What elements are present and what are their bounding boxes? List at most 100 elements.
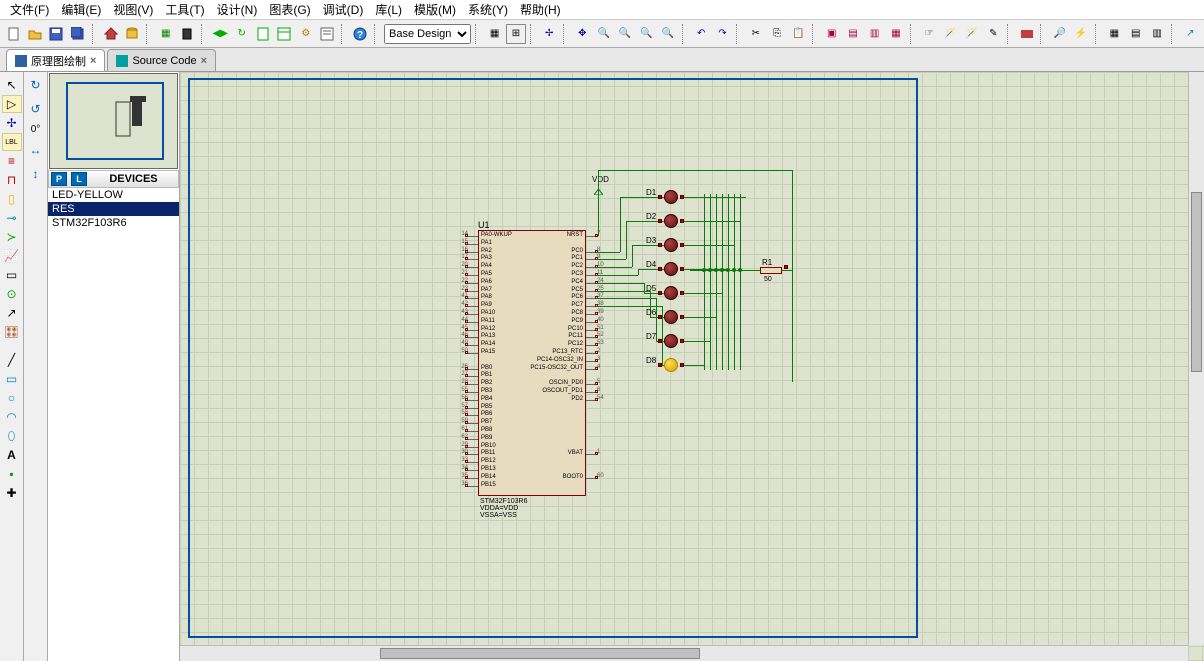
- generator-tool-icon[interactable]: ⊙: [2, 285, 22, 303]
- resistor[interactable]: [760, 267, 782, 274]
- block-rotate-icon[interactable]: ▥: [865, 24, 884, 44]
- arc-tool-icon[interactable]: ◠: [2, 408, 22, 426]
- block-copy-icon[interactable]: ▣: [822, 24, 841, 44]
- bom-icon[interactable]: ▤: [1126, 24, 1145, 44]
- undo-icon[interactable]: ↶: [691, 24, 710, 44]
- device-item[interactable]: LED-YELLOW: [48, 188, 179, 202]
- db-icon[interactable]: [123, 24, 142, 44]
- wizard-icon[interactable]: 🪄: [941, 24, 960, 44]
- instrument-tool-icon[interactable]: 🎛: [2, 323, 22, 341]
- menu-template[interactable]: 模版(M): [408, 1, 462, 18]
- marker-tool-icon[interactable]: ✚: [2, 484, 22, 502]
- tab-schematic-close-icon[interactable]: ×: [90, 55, 96, 67]
- led[interactable]: [664, 286, 678, 300]
- zoom-out-icon[interactable]: 🔍: [615, 24, 634, 44]
- device-item[interactable]: STM32F103R6: [48, 216, 179, 230]
- device-item[interactable]: RES: [48, 202, 179, 216]
- snap2-icon[interactable]: ⊞: [506, 24, 525, 44]
- select-tool-icon[interactable]: ↖: [2, 76, 22, 94]
- box-tool-icon[interactable]: ▭: [2, 370, 22, 388]
- snap-icon[interactable]: ▦: [485, 24, 504, 44]
- report-icon[interactable]: ▥: [1147, 24, 1166, 44]
- menu-graph[interactable]: 图表(G): [263, 1, 316, 18]
- redo-icon[interactable]: ↷: [713, 24, 732, 44]
- component-tool-icon[interactable]: ▷: [2, 95, 22, 113]
- gear-icon[interactable]: ⚙: [296, 24, 315, 44]
- center-icon[interactable]: ✢: [539, 24, 558, 44]
- help-icon[interactable]: ?: [351, 24, 370, 44]
- path-tool-icon[interactable]: ⬯: [2, 427, 22, 445]
- tab-schematic[interactable]: 原理图绘制 ×: [6, 49, 105, 71]
- circle-tool-icon[interactable]: ○: [2, 389, 22, 407]
- wizard2-icon[interactable]: 🪄: [962, 24, 981, 44]
- led[interactable]: [664, 358, 678, 372]
- bus-tool-icon[interactable]: ⊓: [2, 171, 22, 189]
- devices-list[interactable]: LED-YELLOW RES STM32F103R6: [48, 188, 179, 661]
- save-all-icon[interactable]: [68, 24, 87, 44]
- list-icon[interactable]: [318, 24, 337, 44]
- label-tool-icon[interactable]: LBL: [2, 133, 22, 151]
- menu-design[interactable]: 设计(N): [211, 1, 264, 18]
- menu-library[interactable]: 库(L): [369, 1, 408, 18]
- design-select[interactable]: Base Design: [384, 24, 471, 44]
- pin-tool-icon[interactable]: ≻: [2, 228, 22, 246]
- menu-debug[interactable]: 调试(D): [317, 1, 370, 18]
- new-icon[interactable]: [4, 24, 23, 44]
- netlist-icon[interactable]: ▦: [1105, 24, 1124, 44]
- terminal-tool-icon[interactable]: ⊸: [2, 209, 22, 227]
- line-tool-icon[interactable]: ╱: [2, 351, 22, 369]
- refresh-icon[interactable]: ↻: [232, 24, 251, 44]
- cut-icon[interactable]: ✂: [746, 24, 765, 44]
- tab-source-close-icon[interactable]: ×: [201, 55, 207, 67]
- export-icon[interactable]: ↗: [1181, 24, 1200, 44]
- vertical-scrollbar[interactable]: [1188, 72, 1204, 645]
- block-delete-icon[interactable]: ▦: [886, 24, 905, 44]
- menu-view[interactable]: 视图(V): [107, 1, 159, 18]
- move-icon[interactable]: ✥: [573, 24, 592, 44]
- menu-edit[interactable]: 编辑(E): [55, 1, 107, 18]
- block-move-icon[interactable]: ▤: [843, 24, 862, 44]
- copy-icon[interactable]: ⎘: [767, 24, 786, 44]
- textelem-tool-icon[interactable]: A: [2, 446, 22, 464]
- text-tool-icon[interactable]: ≡: [2, 152, 22, 170]
- led[interactable]: [664, 310, 678, 324]
- junction-tool-icon[interactable]: ✢: [2, 114, 22, 132]
- symbol-tool-icon[interactable]: ▪: [2, 465, 22, 483]
- overview-preview[interactable]: [49, 73, 178, 169]
- pick-icon[interactable]: ☞: [919, 24, 938, 44]
- tab-source[interactable]: Source Code ×: [107, 49, 216, 71]
- led[interactable]: [664, 190, 678, 204]
- page-icon[interactable]: [253, 24, 272, 44]
- home-icon[interactable]: [101, 24, 120, 44]
- play-icon[interactable]: ◀▶: [211, 24, 230, 44]
- led[interactable]: [664, 214, 678, 228]
- erc-icon[interactable]: ⚡: [1071, 24, 1090, 44]
- probe-tool-icon[interactable]: ↗: [2, 304, 22, 322]
- horizontal-scrollbar[interactable]: [180, 645, 1188, 661]
- menu-help[interactable]: 帮助(H): [514, 1, 567, 18]
- rotate-cw-icon[interactable]: ↻: [26, 76, 46, 94]
- graph-tool-icon[interactable]: 📈: [2, 247, 22, 265]
- tape-tool-icon[interactable]: ▭: [2, 266, 22, 284]
- flip-h-icon[interactable]: ↔: [26, 141, 46, 159]
- ic-icon[interactable]: [177, 24, 196, 44]
- menu-tools[interactable]: 工具(T): [159, 1, 210, 18]
- paste-icon[interactable]: 📋: [789, 24, 808, 44]
- zoom-in-icon[interactable]: 🔍: [594, 24, 613, 44]
- subcircuit-tool-icon[interactable]: ▯: [2, 190, 22, 208]
- led[interactable]: [664, 238, 678, 252]
- schematic-canvas[interactable]: U1 14PA0-WKUP15PA116PA217PA320PA421PA522…: [180, 72, 1204, 661]
- led[interactable]: [664, 262, 678, 276]
- save-icon[interactable]: [47, 24, 66, 44]
- devices-p-button[interactable]: P: [51, 172, 67, 186]
- zoom-fit-icon[interactable]: 🔍: [637, 24, 656, 44]
- zoom-area-icon[interactable]: 🔍: [658, 24, 677, 44]
- table-icon[interactable]: [275, 24, 294, 44]
- rotate-ccw-icon[interactable]: ↺: [26, 100, 46, 118]
- find-icon[interactable]: 🔎: [1050, 24, 1069, 44]
- led[interactable]: [664, 334, 678, 348]
- devices-l-button[interactable]: L: [71, 172, 87, 186]
- pcb-icon[interactable]: [1017, 24, 1036, 44]
- menu-system[interactable]: 系统(Y): [462, 1, 514, 18]
- grid-icon[interactable]: ▦: [156, 24, 175, 44]
